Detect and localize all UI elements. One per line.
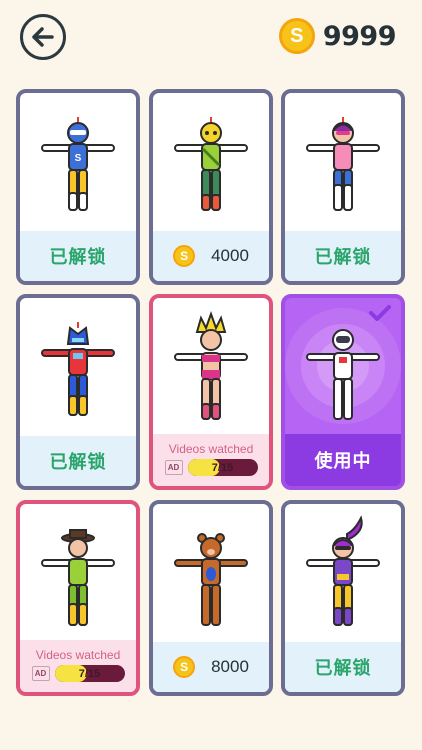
card-ad-unlock[interactable]: Videos watched AD 7/15 (20, 640, 136, 692)
unlocked-label: 已解锁 (314, 247, 372, 267)
card-status: 已解锁 (20, 436, 136, 486)
skin-card-7[interactable]: Videos watched AD 7/15 (16, 500, 140, 696)
progress-text: 7/15 (211, 461, 234, 474)
skin-card-1[interactable]: S 已解锁 (16, 89, 140, 285)
in-use-label: 使用中 (314, 451, 372, 471)
back-button[interactable] (20, 14, 66, 60)
video-progress-bar: 7/15 (187, 459, 258, 476)
card-price: S 4000 (153, 231, 269, 281)
character-figure (285, 504, 401, 642)
character-figure: S (20, 93, 136, 231)
skin-card-2[interactable]: S 4000 (149, 89, 273, 285)
character-figure (20, 298, 136, 436)
video-progress-bar: 7/15 (54, 665, 125, 682)
character-figure (153, 93, 269, 231)
unlocked-label: 已解锁 (49, 452, 107, 472)
skin-card-9[interactable]: 已解锁 (281, 500, 405, 696)
coin-icon: S (173, 656, 196, 678)
svg-text:S: S (75, 153, 82, 164)
progress-text: 7/15 (78, 667, 101, 680)
unlocked-label: 已解锁 (314, 658, 372, 678)
checkmark-icon (369, 305, 391, 321)
character-figure (153, 298, 269, 436)
arrow-left-icon (32, 27, 54, 47)
character-figure (153, 504, 269, 642)
card-price: S 8000 (153, 642, 269, 692)
skin-card-5[interactable]: Videos watched AD 7/15 (149, 294, 273, 490)
coin-balance: S 9999 (278, 18, 397, 54)
coin-icon: S (173, 245, 196, 267)
skin-card-3[interactable]: 已解锁 (281, 89, 405, 285)
videos-watched-label: Videos watched (35, 648, 121, 662)
character-figure (20, 504, 136, 642)
coin-count: 9999 (322, 20, 397, 52)
skin-card-4[interactable]: 已解锁 (16, 294, 140, 490)
skin-card-6[interactable]: 使用中 (281, 294, 405, 490)
character-figure (285, 93, 401, 231)
unlocked-label: 已解锁 (49, 247, 107, 267)
price-value: 4000 (211, 246, 249, 265)
card-status: 已解锁 (285, 231, 401, 281)
card-ad-unlock[interactable]: Videos watched AD 7/15 (153, 434, 269, 486)
card-status: 使用中 (285, 434, 401, 486)
skin-card-8[interactable]: S 8000 (149, 500, 273, 696)
coin-icon: S (278, 18, 315, 54)
ad-icon: AD (31, 666, 50, 681)
videos-watched-label: Videos watched (168, 442, 254, 456)
card-status: 已解锁 (20, 231, 136, 281)
ad-icon: AD (164, 460, 183, 475)
card-status: 已解锁 (285, 642, 401, 692)
price-value: 8000 (211, 657, 249, 676)
